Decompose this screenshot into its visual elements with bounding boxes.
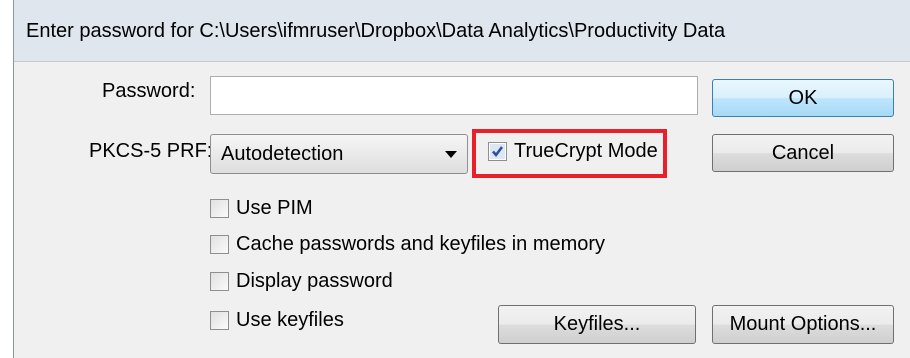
prf-select[interactable]: Autodetection [210,134,468,174]
truecrypt-mode-checkbox[interactable] [488,142,507,161]
keyfiles-button[interactable]: Keyfiles... [498,305,696,344]
dialog-title: Enter password for C:\Users\ifmruser\Dro… [14,0,910,62]
check-mark-icon [490,144,505,159]
chevron-down-icon [445,151,457,158]
mount-options-button[interactable]: Mount Options... [712,305,894,344]
truecrypt-mode-label: TrueCrypt Mode [514,140,658,162]
display-password-label: Display password [236,270,393,292]
password-input[interactable] [210,76,698,115]
use-pim-checkbox[interactable] [210,199,229,218]
prf-label: PKCS-5 PRF: [89,140,213,162]
cache-passwords-label: Cache passwords and keyfiles in memory [236,233,606,255]
use-keyfiles-checkbox[interactable] [210,311,229,330]
cancel-button[interactable]: Cancel [712,134,894,172]
cache-passwords-checkbox[interactable] [210,235,229,254]
prf-selected-value: Autodetection [221,143,344,165]
password-dialog: Enter password for C:\Users\ifmruser\Dro… [13,0,910,358]
use-keyfiles-label: Use keyfiles [236,309,344,331]
use-pim-label: Use PIM [236,197,313,219]
display-password-checkbox[interactable] [210,272,229,291]
password-label: Password: [102,80,196,102]
ok-button[interactable]: OK [712,79,894,117]
